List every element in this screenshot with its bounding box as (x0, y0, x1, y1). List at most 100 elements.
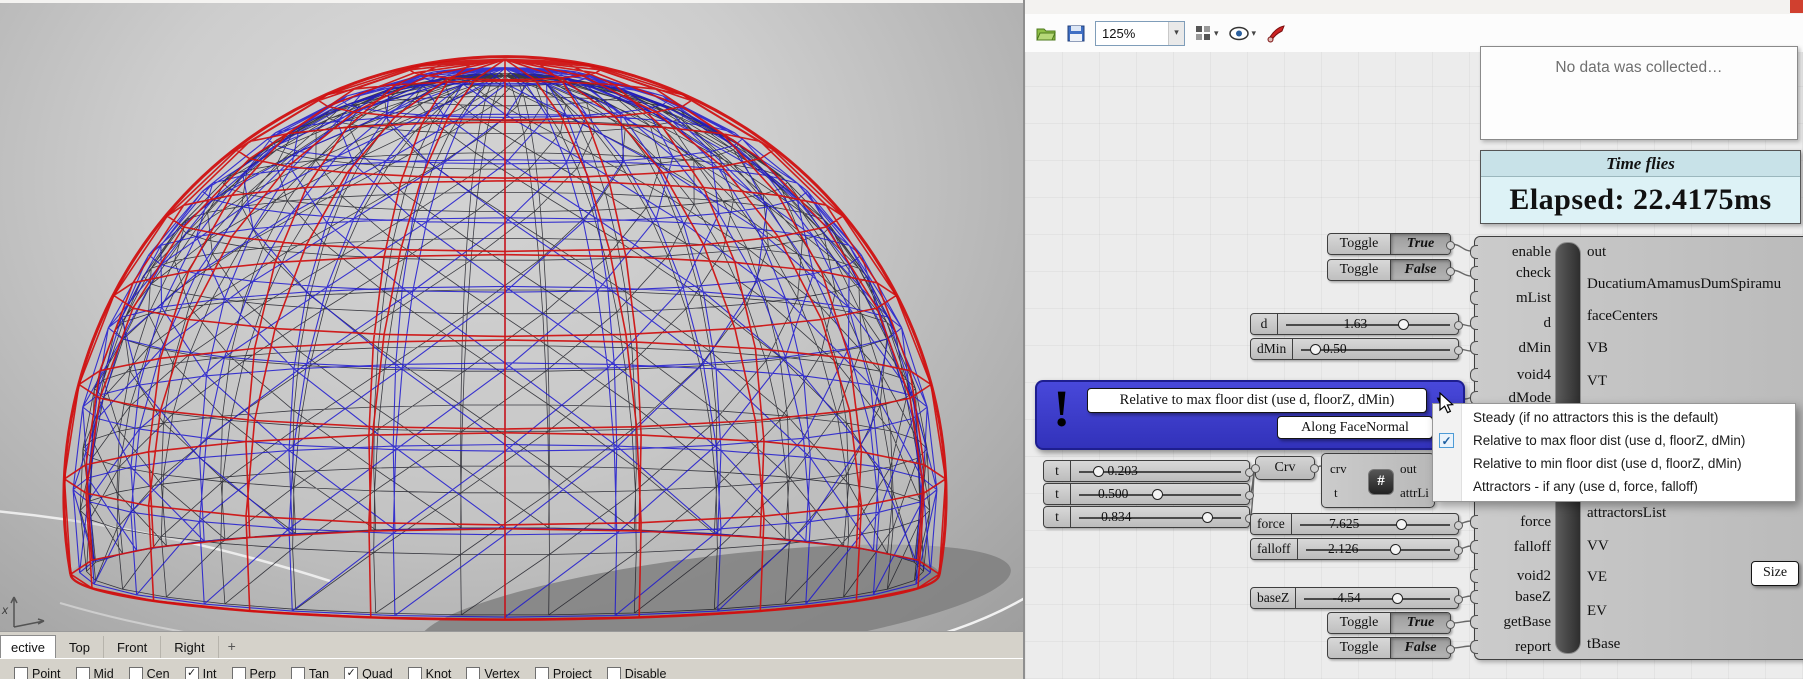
osnap-mid[interactable]: ✓Mid (75, 667, 114, 679)
input-force[interactable]: force (1470, 512, 1553, 532)
toggle-value[interactable]: False (1391, 260, 1450, 280)
tab-top[interactable]: Top (56, 636, 104, 659)
osnap-project[interactable]: ✓Project (534, 667, 592, 679)
input-dmin[interactable]: dMin (1470, 338, 1553, 358)
slider-knob[interactable] (1398, 319, 1409, 330)
osnap-knot[interactable]: ✓Knot (407, 667, 451, 679)
osnap-point[interactable]: ✓ Point (14, 667, 61, 679)
slider-basez[interactable]: baseZ -4.54 (1250, 587, 1463, 609)
checkbox-icon[interactable]: ✓ (606, 667, 621, 679)
slider-t2[interactable]: t 0.500 (1043, 483, 1254, 505)
menu-item-relative-max[interactable]: ✓ Relative to max floor dist (use d, flo… (1433, 429, 1795, 452)
menu-item-steady[interactable]: Steady (if no attractors this is the def… (1433, 406, 1795, 429)
output-ducatium[interactable]: DucatiumAmamusDumSpiramu (1587, 274, 1781, 294)
toggle-check[interactable]: Toggle False (1327, 259, 1455, 281)
shift-input-t[interactable]: t (1334, 485, 1338, 501)
shift-component[interactable]: crv t # out attrLi (1321, 453, 1435, 508)
slider-knob[interactable] (1392, 593, 1404, 604)
toggle-report[interactable]: Toggle False (1327, 637, 1455, 659)
slider-label: t (1044, 484, 1071, 504)
toggle-value[interactable]: True (1391, 613, 1450, 633)
slider-knob[interactable] (1151, 489, 1163, 500)
menu-item-attractors[interactable]: Attractors - if any (use d, force, fallo… (1433, 475, 1795, 498)
osnap-tan[interactable]: ✓Tan (290, 667, 329, 679)
checkbox-icon[interactable]: ✓ (290, 667, 305, 679)
checkbox-icon[interactable]: ✓ (534, 667, 549, 679)
output-ve[interactable]: VE (1587, 567, 1607, 587)
slider-knob[interactable] (1389, 544, 1401, 555)
tab-right[interactable]: Right (161, 636, 219, 659)
slider-t1[interactable]: t 0.203 (1043, 460, 1254, 482)
input-d[interactable]: d (1470, 313, 1553, 333)
output-out[interactable]: out (1587, 242, 1606, 262)
slider-knob[interactable] (1309, 344, 1321, 355)
shift-icon: # (1368, 469, 1394, 495)
checkbox-icon[interactable]: ✓ (466, 667, 481, 679)
toggle-getbase[interactable]: Toggle True (1327, 612, 1455, 634)
value-list[interactable]: Relative to max floor dist (use d, floor… (1087, 388, 1427, 413)
selected-group[interactable]: ! Relative to max floor dist (use d, flo… (1035, 380, 1465, 450)
input-void4[interactable]: void4 (1470, 365, 1553, 385)
slider-knob[interactable] (1396, 519, 1408, 530)
toggle-value[interactable]: True (1391, 234, 1450, 254)
output-vt[interactable]: VT (1587, 371, 1607, 391)
checkbox-icon[interactable]: ✓ (184, 667, 199, 679)
input-check[interactable]: check (1470, 263, 1553, 283)
crv-param-component[interactable]: Crv (1251, 456, 1319, 480)
osnap-int[interactable]: ✓ Int (184, 667, 217, 679)
slider-knob[interactable] (1202, 512, 1214, 523)
toggle-value[interactable]: False (1391, 638, 1450, 658)
input-getbase[interactable]: getBase (1470, 612, 1553, 632)
output-facecenters[interactable]: faceCenters (1587, 306, 1658, 326)
rhino-perspective-viewport[interactable]: x (0, 3, 1023, 631)
dome-render (0, 55, 1023, 631)
menu-item-relative-min[interactable]: Relative to min floor dist (use d, floor… (1433, 452, 1795, 475)
output-attractorslist[interactable]: attractorsList (1587, 503, 1666, 523)
tab-perspective[interactable]: ective (0, 635, 56, 659)
osnap-perp[interactable]: ✓Perp (231, 667, 276, 679)
along-face-normal-component[interactable]: Along FaceNormal (1277, 416, 1433, 439)
output-vb[interactable]: VB (1587, 338, 1608, 358)
output-tbase[interactable]: tBase (1587, 634, 1620, 654)
osnap-cen[interactable]: ✓Cen (128, 667, 170, 679)
osnap-disable[interactable]: ✓Disable (606, 667, 666, 679)
slider-dmin[interactable]: dMin 0.50 (1250, 338, 1463, 360)
checkbox-icon[interactable]: ✓ (128, 667, 143, 679)
slider-value: 1.63 (1343, 316, 1368, 331)
shift-output-attrli[interactable]: attrLi (1400, 485, 1429, 501)
slider-value: -4.54 (1332, 590, 1361, 605)
input-report[interactable]: report (1470, 637, 1553, 657)
checkbox-icon[interactable]: ✓ (344, 667, 359, 679)
shift-input-crv[interactable]: crv (1330, 461, 1347, 477)
new-viewport-icon[interactable]: + (219, 636, 245, 659)
input-basez[interactable]: baseZ (1470, 587, 1553, 607)
input-enable[interactable]: enable (1470, 242, 1553, 262)
input-falloff[interactable]: falloff (1470, 537, 1553, 557)
osnap-label: Quad (362, 667, 393, 679)
output-ev[interactable]: EV (1587, 601, 1607, 621)
checkbox-icon[interactable]: ✓ (231, 667, 246, 679)
size-param-component[interactable]: Size (1751, 561, 1799, 586)
osnap-quad[interactable]: ✓ Quad (344, 667, 393, 679)
input-void2[interactable]: void2 (1470, 566, 1553, 586)
input-mlist[interactable]: mList (1470, 288, 1553, 308)
toggle-label: Toggle (1328, 260, 1391, 280)
shift-output-out[interactable]: out (1400, 461, 1417, 477)
slider-falloff[interactable]: falloff 2.126 (1250, 538, 1463, 560)
tab-front[interactable]: Front (104, 636, 162, 659)
data-panel[interactable]: No data was collected… (1480, 46, 1798, 140)
toggle-enable[interactable]: Toggle True (1327, 233, 1455, 255)
osnap-vertex[interactable]: ✓Vertex (466, 667, 520, 679)
checkbox-icon[interactable]: ✓ (75, 667, 90, 679)
slider-d[interactable]: d 1.63 (1250, 313, 1463, 335)
checked-checkbox-icon: ✓ (1439, 433, 1454, 448)
slider-knob[interactable] (1093, 466, 1105, 477)
slider-force[interactable]: force 7.625 (1250, 513, 1463, 535)
timer-component[interactable]: Time flies Elapsed: 22.4175ms (1480, 150, 1801, 224)
checkbox-icon[interactable]: ✓ (14, 667, 28, 679)
slider-label: baseZ (1251, 588, 1297, 608)
checkbox-icon[interactable]: ✓ (407, 667, 422, 679)
slider-t3[interactable]: t 0.834 (1043, 506, 1254, 528)
osnap-toolbar: ✓Point ✓Mid ✓Cen ✓Int ✓Perp ✓Tan ✓Quad ✓… (0, 658, 1037, 679)
output-vv[interactable]: VV (1587, 536, 1609, 556)
